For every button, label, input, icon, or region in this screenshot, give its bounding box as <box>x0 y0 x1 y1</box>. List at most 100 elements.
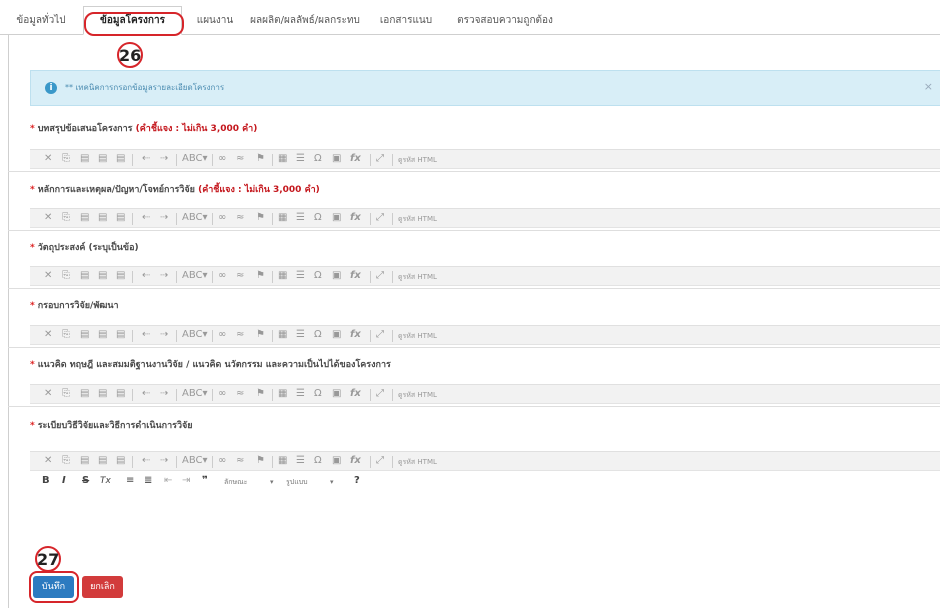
redo-icon[interactable]: ⇢ <box>160 329 168 341</box>
tab-attachments[interactable]: เอกสารแนบ <box>370 8 442 34</box>
anchor-icon[interactable]: ⚑ <box>256 270 265 282</box>
spellcheck-icon[interactable]: ABC▾ <box>182 153 208 165</box>
paste-icon[interactable]: ▤ <box>80 455 89 467</box>
font-select-arrow[interactable]: ▾ <box>330 476 334 488</box>
table-icon[interactable]: ▦ <box>278 455 287 467</box>
source-button[interactable]: ดูรหัส HTML <box>398 213 437 225</box>
tab-general-info[interactable]: ข้อมูลทั่วไป <box>10 8 72 34</box>
special-char-icon[interactable]: Ω <box>314 270 322 282</box>
spellcheck-icon[interactable]: ABC▾ <box>182 455 208 467</box>
indent-icon[interactable]: ⇥ <box>182 475 190 487</box>
image-icon[interactable]: ▣ <box>332 388 341 400</box>
image-icon[interactable]: ▣ <box>332 212 341 224</box>
link-icon[interactable]: ∞ <box>218 153 226 165</box>
source-button[interactable]: ดูรหัส HTML <box>398 330 437 342</box>
copy-icon[interactable]: ⎘ <box>62 388 70 400</box>
paste-text-icon[interactable]: ▤ <box>98 329 107 341</box>
undo-icon[interactable]: ⇠ <box>142 212 150 224</box>
maximize-icon[interactable]: ⤢ <box>376 329 384 341</box>
cut-icon[interactable]: ✕ <box>44 455 52 467</box>
maximize-icon[interactable]: ⤢ <box>376 270 384 282</box>
maximize-icon[interactable]: ⤢ <box>376 455 384 467</box>
spellcheck-icon[interactable]: ABC▾ <box>182 329 208 341</box>
anchor-icon[interactable]: ⚑ <box>256 329 265 341</box>
copy-icon[interactable]: ⎘ <box>62 329 70 341</box>
paste-text-icon[interactable]: ▤ <box>98 212 107 224</box>
undo-icon[interactable]: ⇠ <box>142 455 150 467</box>
formula-icon[interactable]: fx <box>350 153 361 165</box>
formula-icon[interactable]: fx <box>350 455 361 467</box>
cut-icon[interactable]: ✕ <box>44 153 52 165</box>
spellcheck-icon[interactable]: ABC▾ <box>182 212 208 224</box>
table-icon[interactable]: ▦ <box>278 388 287 400</box>
unlink-icon[interactable]: ≈ <box>236 329 244 341</box>
image-icon[interactable]: ▣ <box>332 153 341 165</box>
horizontal-rule-icon[interactable]: ☰ <box>296 212 305 224</box>
methodology-editor-area[interactable] <box>30 496 940 570</box>
font-select[interactable]: รูปแบบ <box>286 476 308 488</box>
close-icon[interactable]: × <box>924 80 933 93</box>
paste-text-icon[interactable]: ▤ <box>98 270 107 282</box>
paste-word-icon[interactable]: ▤ <box>116 455 125 467</box>
italic-button[interactable]: I <box>62 475 66 487</box>
unlink-icon[interactable]: ≈ <box>236 270 244 282</box>
copy-icon[interactable]: ⎘ <box>62 212 70 224</box>
source-button[interactable]: ดูรหัส HTML <box>398 389 437 401</box>
cut-icon[interactable]: ✕ <box>44 329 52 341</box>
redo-icon[interactable]: ⇢ <box>160 455 168 467</box>
paste-word-icon[interactable]: ▤ <box>116 388 125 400</box>
horizontal-rule-icon[interactable]: ☰ <box>296 388 305 400</box>
anchor-icon[interactable]: ⚑ <box>256 153 265 165</box>
horizontal-rule-icon[interactable]: ☰ <box>296 153 305 165</box>
paste-word-icon[interactable]: ▤ <box>116 212 125 224</box>
table-icon[interactable]: ▦ <box>278 153 287 165</box>
paste-icon[interactable]: ▤ <box>80 329 89 341</box>
anchor-icon[interactable]: ⚑ <box>256 388 265 400</box>
table-icon[interactable]: ▦ <box>278 270 287 282</box>
redo-icon[interactable]: ⇢ <box>160 388 168 400</box>
image-icon[interactable]: ▣ <box>332 270 341 282</box>
numbered-list-icon[interactable]: ≡ <box>126 475 134 487</box>
image-icon[interactable]: ▣ <box>332 455 341 467</box>
maximize-icon[interactable]: ⤢ <box>376 153 384 165</box>
maximize-icon[interactable]: ⤢ <box>376 388 384 400</box>
undo-icon[interactable]: ⇠ <box>142 329 150 341</box>
horizontal-rule-icon[interactable]: ☰ <box>296 270 305 282</box>
special-char-icon[interactable]: Ω <box>314 329 322 341</box>
special-char-icon[interactable]: Ω <box>314 388 322 400</box>
link-icon[interactable]: ∞ <box>218 329 226 341</box>
strike-button[interactable]: S <box>82 475 89 487</box>
table-icon[interactable]: ▦ <box>278 329 287 341</box>
spellcheck-icon[interactable]: ABC▾ <box>182 388 208 400</box>
remove-format-button[interactable]: Tx <box>100 475 111 487</box>
table-icon[interactable]: ▦ <box>278 212 287 224</box>
source-button[interactable]: ดูรหัส HTML <box>398 456 437 468</box>
source-button[interactable]: ดูรหัส HTML <box>398 271 437 283</box>
tab-work-plan[interactable]: แผนงาน <box>190 8 240 34</box>
cut-icon[interactable]: ✕ <box>44 212 52 224</box>
spellcheck-icon[interactable]: ABC▾ <box>182 270 208 282</box>
paste-word-icon[interactable]: ▤ <box>116 329 125 341</box>
copy-icon[interactable]: ⎘ <box>62 455 70 467</box>
undo-icon[interactable]: ⇠ <box>142 388 150 400</box>
paste-icon[interactable]: ▤ <box>80 270 89 282</box>
maximize-icon[interactable]: ⤢ <box>376 212 384 224</box>
cut-icon[interactable]: ✕ <box>44 270 52 282</box>
link-icon[interactable]: ∞ <box>218 270 226 282</box>
format-select[interactable]: ลักษณะ <box>224 476 247 488</box>
paste-text-icon[interactable]: ▤ <box>98 388 107 400</box>
paste-icon[interactable]: ▤ <box>80 212 89 224</box>
formula-icon[interactable]: fx <box>350 270 361 282</box>
tab-outputs-outcomes[interactable]: ผลผลิต/ผลลัพธ์/ผลกระทบ <box>245 8 365 34</box>
cut-icon[interactable]: ✕ <box>44 388 52 400</box>
paste-icon[interactable]: ▤ <box>80 388 89 400</box>
bulleted-list-icon[interactable]: ≣ <box>144 475 152 487</box>
special-char-icon[interactable]: Ω <box>314 212 322 224</box>
format-select-arrow[interactable]: ▾ <box>270 476 274 488</box>
cancel-button[interactable]: ยกเลิก <box>82 576 123 598</box>
image-icon[interactable]: ▣ <box>332 329 341 341</box>
paste-word-icon[interactable]: ▤ <box>116 270 125 282</box>
paste-text-icon[interactable]: ▤ <box>98 455 107 467</box>
redo-icon[interactable]: ⇢ <box>160 270 168 282</box>
outdent-icon[interactable]: ⇤ <box>164 475 172 487</box>
